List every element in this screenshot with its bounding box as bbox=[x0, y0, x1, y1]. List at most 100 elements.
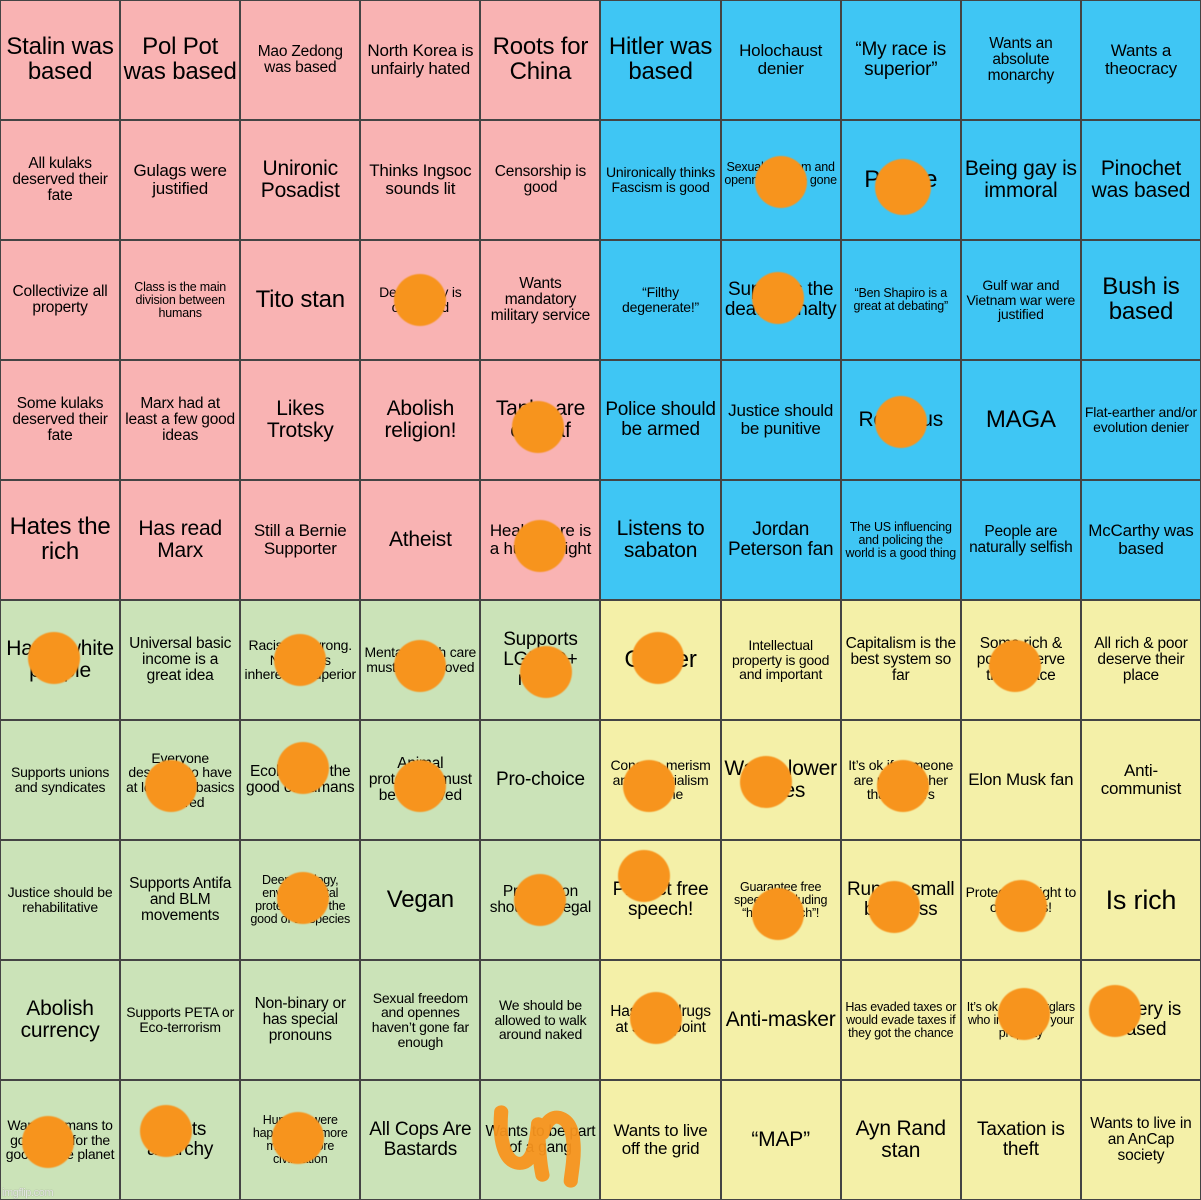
bingo-cell[interactable]: All Cops Are Bastards bbox=[360, 1080, 481, 1200]
bingo-cell[interactable]: Being gay is immoral bbox=[960, 120, 1081, 240]
bingo-cell[interactable]: Taxation is theft bbox=[960, 1080, 1081, 1200]
bingo-cell[interactable]: Runs a small business bbox=[840, 840, 961, 960]
bingo-cell[interactable]: Anti-communist bbox=[1080, 720, 1201, 840]
bingo-cell[interactable]: All kulaks deserved their fate bbox=[0, 120, 121, 240]
bingo-cell[interactable]: Mental health care must be improved bbox=[360, 600, 481, 720]
bingo-cell[interactable]: Gulf war and Vietnam war were justified bbox=[960, 240, 1081, 360]
bingo-cell[interactable]: Wants to be part of a gang bbox=[480, 1080, 601, 1200]
bingo-cell[interactable]: Is rich bbox=[1080, 840, 1201, 960]
bingo-cell[interactable]: Hates white people bbox=[0, 600, 121, 720]
bingo-cell[interactable]: Supports the death penalty bbox=[720, 240, 841, 360]
bingo-cell[interactable]: Universal basic income is a great idea bbox=[120, 600, 241, 720]
bingo-cell[interactable]: Capitalism is the best system so far bbox=[840, 600, 961, 720]
bingo-cell[interactable]: Everyone deserves to have at least the b… bbox=[120, 720, 241, 840]
bingo-cell[interactable]: Ayn Rand stan bbox=[840, 1080, 961, 1200]
bingo-cell[interactable]: Flat-earther and/or evolution denier bbox=[1080, 360, 1201, 480]
bingo-cell[interactable]: Gamer bbox=[600, 600, 721, 720]
bingo-cell[interactable]: Racism is wrong. No race is inherently s… bbox=[240, 600, 361, 720]
bingo-cell[interactable]: Holochaust denier bbox=[720, 0, 841, 120]
bingo-cell[interactable]: Police should be armed bbox=[600, 360, 721, 480]
bingo-cell[interactable]: Sexual freedom and opennes haven’t gone … bbox=[360, 960, 481, 1080]
bingo-cell[interactable]: Prostitution should be legal bbox=[480, 840, 601, 960]
bingo-cell[interactable]: Stalin was based bbox=[0, 0, 121, 120]
bingo-cell[interactable]: Deep ecology, environmental protection f… bbox=[240, 840, 361, 960]
bingo-cell[interactable]: Likes Trotsky bbox=[240, 360, 361, 480]
bingo-cell[interactable]: Some rich & poor deserve their place bbox=[960, 600, 1081, 720]
bingo-cell[interactable]: Unironic Posadist bbox=[240, 120, 361, 240]
bingo-cell[interactable]: Has sold drugs at some point bbox=[600, 960, 721, 1080]
bingo-cell[interactable]: Bush is based bbox=[1080, 240, 1201, 360]
bingo-cell[interactable]: Supports LGBTQ+ rights bbox=[480, 600, 601, 720]
bingo-cell[interactable]: Justice should be rehabilitative bbox=[0, 840, 121, 960]
bingo-cell[interactable]: Slavery is based bbox=[1080, 960, 1201, 1080]
bingo-cell[interactable]: Humans were happier and more moral befor… bbox=[240, 1080, 361, 1200]
bingo-cell[interactable]: Pro life bbox=[840, 120, 961, 240]
bingo-cell[interactable]: Mao Zedong was based bbox=[240, 0, 361, 120]
bingo-cell[interactable]: “MAP” bbox=[720, 1080, 841, 1200]
bingo-cell[interactable]: Tito stan bbox=[240, 240, 361, 360]
bingo-cell[interactable]: “Ben Shapiro is a great at debating” bbox=[840, 240, 961, 360]
bingo-cell[interactable]: Atheist bbox=[360, 480, 481, 600]
bingo-cell[interactable]: “Filthy degenerate!” bbox=[600, 240, 721, 360]
bingo-cell[interactable]: Guarantee free speech, including “hate s… bbox=[720, 840, 841, 960]
bingo-cell[interactable]: Animal protection must be improved bbox=[360, 720, 481, 840]
bingo-cell[interactable]: Supports unions and syndicates bbox=[0, 720, 121, 840]
bingo-cell[interactable]: Wants humans to go extinct for the good … bbox=[0, 1080, 121, 1200]
bingo-cell[interactable]: Still a Bernie Supporter bbox=[240, 480, 361, 600]
bingo-cell[interactable]: Abolish currency bbox=[0, 960, 121, 1080]
bingo-cell[interactable]: Protect free speech! bbox=[600, 840, 721, 960]
bingo-cell[interactable]: Wants lower taxes bbox=[720, 720, 841, 840]
bingo-cell[interactable]: Has evaded taxes or would evade taxes if… bbox=[840, 960, 961, 1080]
bingo-cell[interactable]: Wants an absolute monarchy bbox=[960, 0, 1081, 120]
bingo-cell[interactable]: Jordan Peterson fan bbox=[720, 480, 841, 600]
bingo-cell[interactable]: Roots for China bbox=[480, 0, 601, 120]
bingo-cell[interactable]: Abolish religion! bbox=[360, 360, 481, 480]
bingo-cell[interactable]: The US influencing and policing the worl… bbox=[840, 480, 961, 600]
bingo-cell[interactable]: MAGA bbox=[960, 360, 1081, 480]
bingo-cell[interactable]: Tanks are cool af bbox=[480, 360, 601, 480]
bingo-cell[interactable]: Pro-choice bbox=[480, 720, 601, 840]
bingo-cell[interactable]: Hates the rich bbox=[0, 480, 121, 600]
bingo-cell[interactable]: Censorship is good bbox=[480, 120, 601, 240]
bingo-cell[interactable]: All rich & poor deserve their place bbox=[1080, 600, 1201, 720]
bingo-cell[interactable]: Wants a theocracy bbox=[1080, 0, 1201, 120]
bingo-cell[interactable]: People are naturally selfish bbox=[960, 480, 1081, 600]
bingo-cell[interactable]: Ecology for the good of humans bbox=[240, 720, 361, 840]
bingo-cell[interactable]: Elon Musk fan bbox=[960, 720, 1081, 840]
bingo-cell[interactable]: It’s ok to kill burglars who intrude on … bbox=[960, 960, 1081, 1080]
bingo-cell[interactable]: Intellectual property is good and import… bbox=[720, 600, 841, 720]
bingo-cell[interactable]: “My race is superior” bbox=[840, 0, 961, 120]
bingo-cell[interactable]: Wants to live in an AnCap society bbox=[1080, 1080, 1201, 1200]
bingo-cell[interactable]: Listens to sabaton bbox=[600, 480, 721, 600]
bingo-cell[interactable]: North Korea is unfairly hated bbox=[360, 0, 481, 120]
bingo-cell[interactable]: Wants to live off the grid bbox=[600, 1080, 721, 1200]
bingo-cell[interactable]: Marx had at least a few good ideas bbox=[120, 360, 241, 480]
bingo-cell[interactable]: Consum-merism and materialism are fine bbox=[600, 720, 721, 840]
bingo-cell[interactable]: Some kulaks deserved their fate bbox=[0, 360, 121, 480]
bingo-cell[interactable]: Has read Marx bbox=[120, 480, 241, 600]
bingo-cell[interactable]: Class is the main division between human… bbox=[120, 240, 241, 360]
bingo-cell[interactable]: Pol Pot was based bbox=[120, 0, 241, 120]
bingo-cell[interactable]: Hitler was based bbox=[600, 0, 721, 120]
bingo-cell[interactable]: Anti-masker bbox=[720, 960, 841, 1080]
bingo-cell[interactable]: Vegan bbox=[360, 840, 481, 960]
bingo-cell[interactable]: Sexual freedom and openness have gone to… bbox=[720, 120, 841, 240]
bingo-cell[interactable]: Protect the right to own guns! bbox=[960, 840, 1081, 960]
bingo-cell[interactable]: Supports PETA or Eco-terrorism bbox=[120, 960, 241, 1080]
bingo-cell[interactable]: Thinks Ingsoc sounds lit bbox=[360, 120, 481, 240]
bingo-cell[interactable]: Religious bbox=[840, 360, 961, 480]
bingo-cell[interactable]: Collectivize all property bbox=[0, 240, 121, 360]
bingo-cell[interactable]: We should be allowed to walk around nake… bbox=[480, 960, 601, 1080]
bingo-cell[interactable]: Wants anarchy bbox=[120, 1080, 241, 1200]
bingo-cell[interactable]: Wants mandatory military service bbox=[480, 240, 601, 360]
bingo-cell[interactable]: McCarthy was based bbox=[1080, 480, 1201, 600]
bingo-cell[interactable]: Democracy is overrated bbox=[360, 240, 481, 360]
bingo-cell[interactable]: Justice should be punitive bbox=[720, 360, 841, 480]
bingo-cell[interactable]: Non-binary or has special pronouns bbox=[240, 960, 361, 1080]
bingo-cell[interactable]: Pinochet was based bbox=[1080, 120, 1201, 240]
bingo-cell[interactable]: Gulags were justified bbox=[120, 120, 241, 240]
bingo-cell[interactable]: Unironically thinks Fascism is good bbox=[600, 120, 721, 240]
bingo-cell[interactable]: Supports Antifa and BLM movements bbox=[120, 840, 241, 960]
bingo-cell[interactable]: Health care is a human right bbox=[480, 480, 601, 600]
bingo-cell[interactable]: It’s ok if someone are much richer than … bbox=[840, 720, 961, 840]
